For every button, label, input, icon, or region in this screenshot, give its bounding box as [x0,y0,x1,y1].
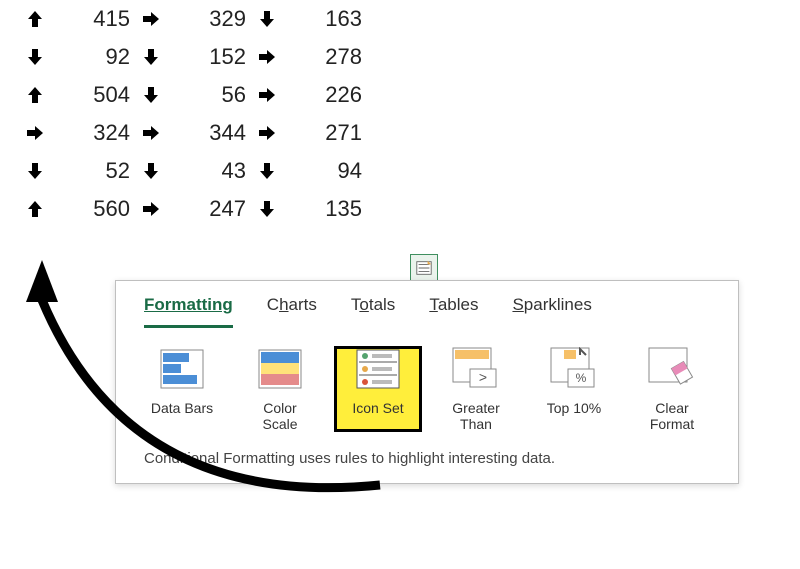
iconset-data-grid: 415 329 163 92 152 278 504 56 226 324 344 271 52 43 94… [20,0,368,228]
arrow-down-icon [20,161,50,181]
cell-value[interactable]: 504 [50,82,136,108]
cell-value[interactable]: 344 [166,120,252,146]
cell-value[interactable]: 560 [50,196,136,222]
tab-charts[interactable]: Charts [267,295,317,328]
opt-label: Top 10% [530,400,618,416]
arrow-right-icon [136,123,166,143]
table-row: 560 247 135 [20,190,368,228]
greater-than-icon: > [450,346,502,392]
svg-text:>: > [479,369,487,385]
arrow-right-icon [252,85,282,105]
opt-label: Color [236,400,324,416]
cell-value[interactable]: 163 [282,6,368,32]
data-bars-icon [156,346,208,392]
opt-clear-format[interactable]: Clear Format [628,346,716,432]
arrow-down-icon [252,9,282,29]
arrow-down-icon [252,199,282,219]
opt-label: Icon Set [334,400,422,416]
opt-data-bars[interactable]: Data Bars [138,346,226,432]
cell-value[interactable]: 135 [282,196,368,222]
opt-label: Than [432,416,520,432]
table-row: 415 329 163 [20,0,368,38]
cell-value[interactable]: 152 [166,44,252,70]
quick-analysis-button[interactable] [410,254,438,282]
arrow-down-icon [136,161,166,181]
cell-value[interactable]: 226 [282,82,368,108]
opt-top-10[interactable]: % Top 10% [530,346,618,432]
opt-icon-set[interactable]: Icon Set [334,346,422,432]
formatting-options: Data Bars Color Scale Icon Set > Greater… [116,328,738,436]
cell-value[interactable]: 324 [50,120,136,146]
cell-value[interactable]: 92 [50,44,136,70]
opt-label: Data Bars [138,400,226,416]
opt-label: Clear [628,400,716,416]
opt-label: Greater [432,400,520,416]
opt-greater-than[interactable]: > Greater Than [432,346,520,432]
cell-value[interactable]: 247 [166,196,252,222]
tab-totals[interactable]: Totals [351,295,395,328]
table-row: 92 152 278 [20,38,368,76]
cell-value[interactable]: 56 [166,82,252,108]
arrow-down-icon [20,47,50,67]
arrow-up-icon [20,9,50,29]
svg-text:%: % [576,371,587,385]
cell-value[interactable]: 278 [282,44,368,70]
opt-color-scale[interactable]: Color Scale [236,346,324,432]
table-row: 52 43 94 [20,152,368,190]
cell-value[interactable]: 52 [50,158,136,184]
quick-analysis-popup: Formatting Charts Totals Tables Sparklin… [115,280,739,484]
arrow-right-icon [20,123,50,143]
cell-value[interactable]: 94 [282,158,368,184]
arrow-down-icon [252,161,282,181]
arrow-down-icon [136,47,166,67]
tab-sparklines[interactable]: Sparklines [512,295,591,328]
qa-tabs: Formatting Charts Totals Tables Sparklin… [116,281,738,328]
arrow-right-icon [136,199,166,219]
arrow-up-icon [20,199,50,219]
tab-tables[interactable]: Tables [429,295,478,328]
icon-set-icon [352,346,404,392]
table-row: 504 56 226 [20,76,368,114]
arrow-right-icon [252,123,282,143]
cell-value[interactable]: 271 [282,120,368,146]
opt-label: Format [628,416,716,432]
arrow-down-icon [136,85,166,105]
arrow-right-icon [136,9,166,29]
opt-label: Scale [236,416,324,432]
arrow-up-icon [20,85,50,105]
top-10-icon: % [548,346,600,392]
clear-format-icon [646,346,698,392]
cell-value[interactable]: 329 [166,6,252,32]
qa-description: Conditional Formatting uses rules to hig… [116,436,738,483]
table-row: 324 344 271 [20,114,368,152]
cell-value[interactable]: 415 [50,6,136,32]
cell-value[interactable]: 43 [166,158,252,184]
arrow-right-icon [252,47,282,67]
color-scale-icon [254,346,306,392]
tab-formatting[interactable]: Formatting [144,295,233,328]
